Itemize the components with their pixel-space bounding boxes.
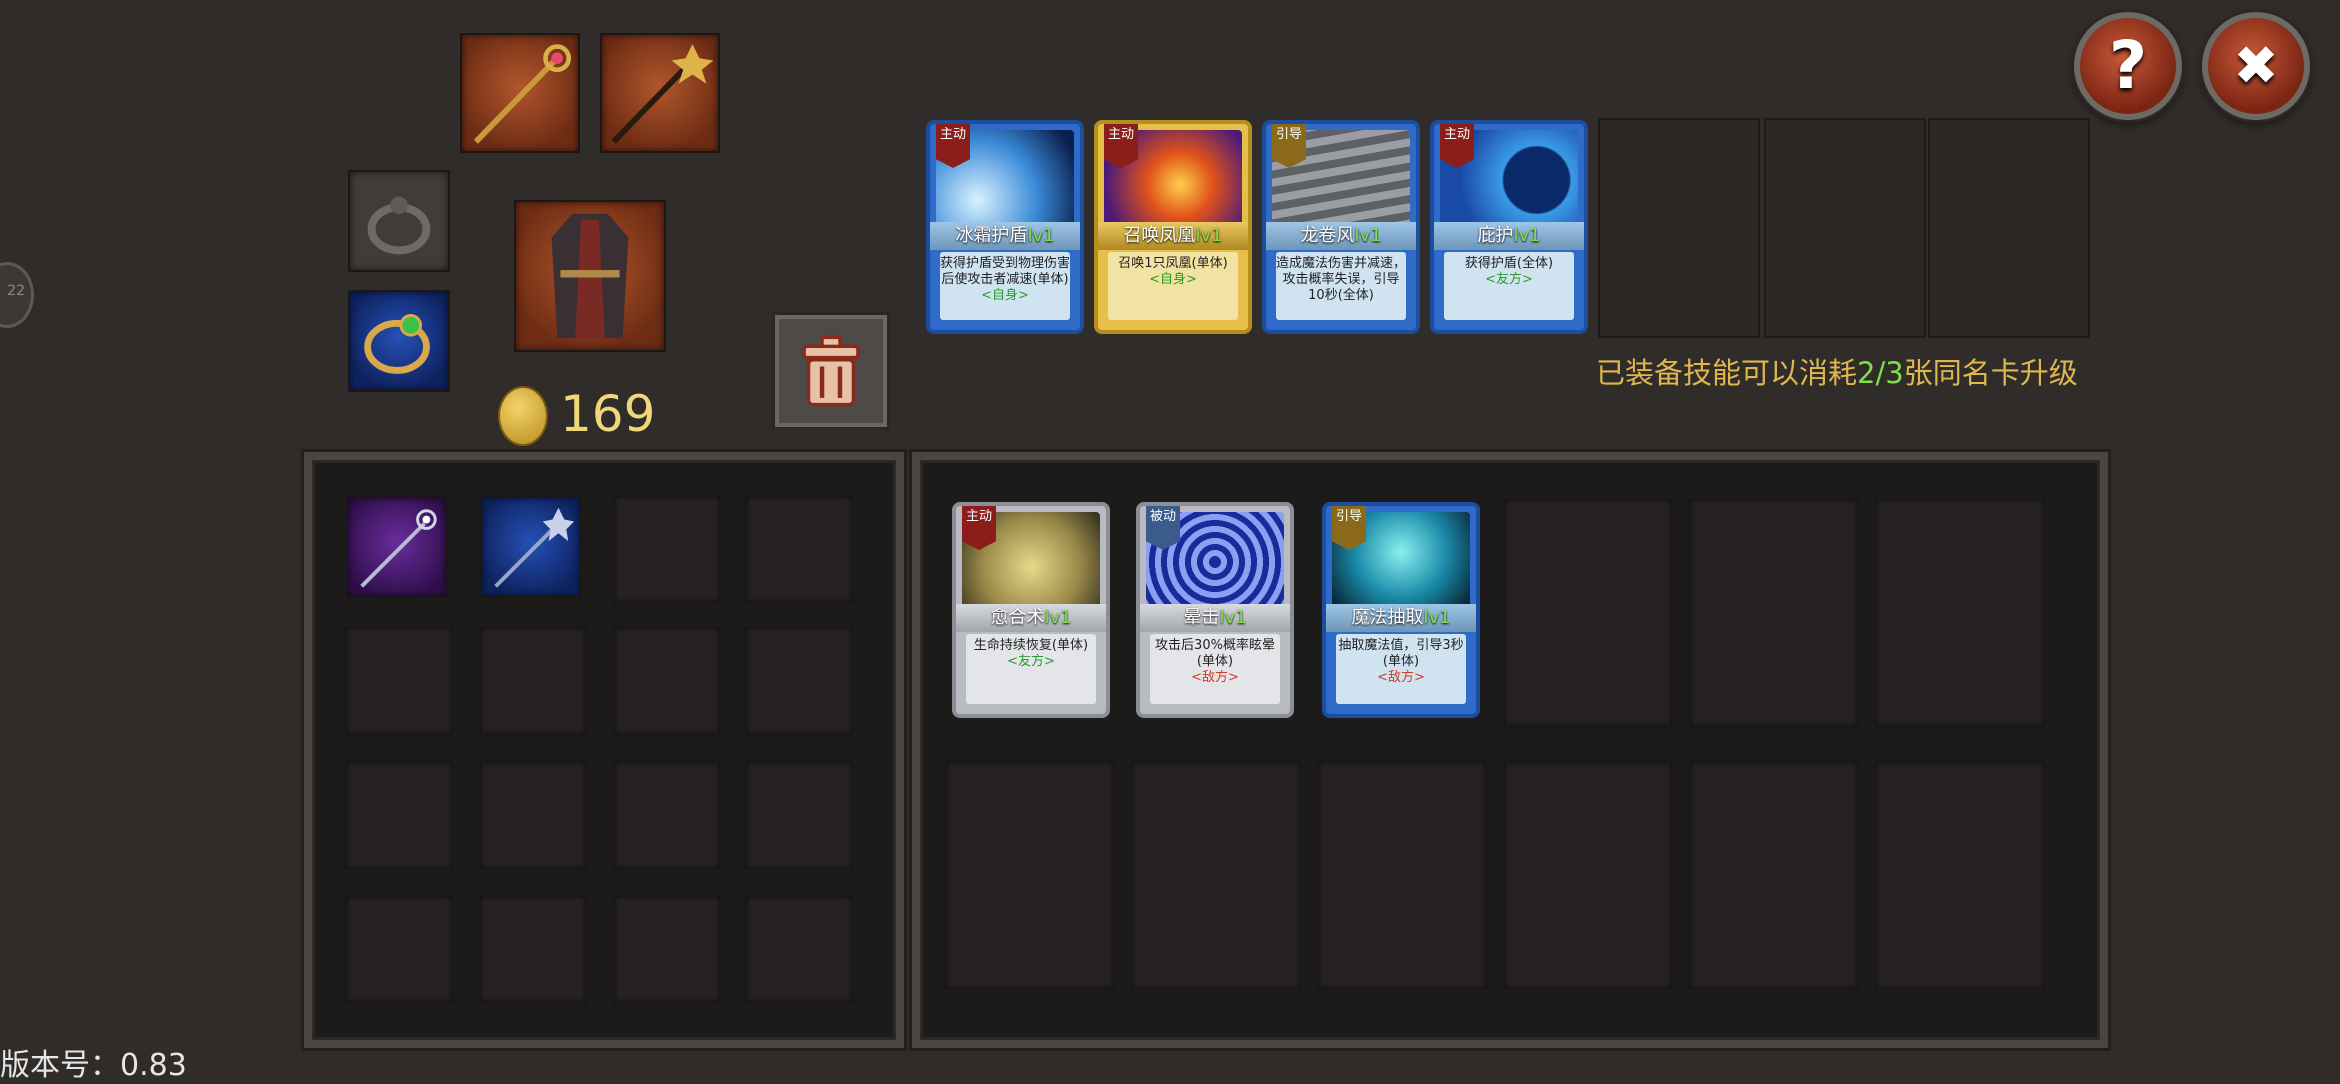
skill-slot[interactable] [1130, 760, 1302, 990]
upgrade-hint: 已装备技能可以消耗2/3张同名卡升级 [1596, 356, 2078, 390]
equipped-skill-card-1[interactable]: 主动 冰霜护盾lv1 获得护盾受到物理伤害后使攻击者减速(单体) <自身> [926, 120, 1084, 334]
skill-card-mana-drain[interactable]: 引导 魔法抽取lv1 抽取魔法值，引导3秒(单体) <敌方> [1322, 502, 1480, 718]
inventory-slot[interactable] [612, 894, 722, 1004]
skill-slot[interactable] [944, 760, 1116, 990]
staff-icon [360, 509, 437, 588]
inventory-slot[interactable] [478, 626, 588, 736]
inventory-slot[interactable] [344, 760, 454, 870]
skill-target: <敌方> [1377, 670, 1425, 685]
skill-tag: 主动 [1104, 124, 1138, 168]
skill-slot[interactable] [1502, 760, 1674, 990]
equipped-skill-card-4[interactable]: 主动 庇护lv1 获得护盾(全体) <友方> [1430, 120, 1588, 334]
skill-slot[interactable] [1688, 760, 1860, 990]
trash-icon [802, 335, 860, 407]
skill-target: <自身> [981, 288, 1029, 303]
inventory-slot[interactable] [612, 494, 722, 604]
inventory-slot[interactable] [744, 626, 854, 736]
skill-tag: 被动 [1146, 506, 1180, 550]
inventory-item-staff-blue[interactable] [480, 496, 582, 598]
skill-name-bar: 庇护lv1 [1434, 222, 1584, 250]
gold-coin-icon [498, 386, 548, 446]
skill-tag: 主动 [1440, 124, 1474, 168]
skill-tag: 引导 [1332, 506, 1366, 550]
weapon-slot-2[interactable] [600, 33, 720, 153]
skill-name-bar: 冰霜护盾lv1 [930, 222, 1080, 250]
question-icon: ? [2108, 27, 2148, 104]
inventory-item-staff-purple[interactable] [346, 496, 448, 598]
staff-icon [611, 44, 714, 144]
skill-description: 获得护盾(全体) <友方> [1444, 252, 1574, 320]
skill-description: 获得护盾受到物理伤害后使攻击者减速(单体) <自身> [940, 252, 1070, 320]
skill-description: 生命持续恢复(单体) <友方> [966, 634, 1096, 704]
empty-skill-slot[interactable] [1928, 118, 2090, 338]
skill-slot[interactable] [1874, 760, 2046, 990]
inventory-slot[interactable] [478, 760, 588, 870]
skill-description: 抽取魔法值，引导3秒(单体) <敌方> [1336, 634, 1466, 704]
armor-slot[interactable] [514, 200, 666, 352]
side-tab-label: 22 [7, 283, 25, 299]
skill-target: <敌方> [1191, 670, 1239, 685]
version-label: 版本号：0.83 [0, 1048, 187, 1083]
inventory-slot[interactable] [744, 494, 854, 604]
inventory-slot[interactable] [344, 626, 454, 736]
ring-placeholder-icon [367, 196, 431, 255]
staff-icon [473, 44, 572, 144]
skill-name-bar: 魔法抽取lv1 [1326, 604, 1476, 632]
skill-description: 造成魔法伤害并减速，攻击概率失误，引导10秒(全体) [1276, 252, 1406, 320]
skill-slot[interactable] [1688, 498, 1860, 728]
skill-target: <友方> [1007, 654, 1055, 669]
skill-slot[interactable] [1316, 760, 1488, 990]
close-icon: ✖ [2233, 34, 2279, 97]
skill-slot[interactable] [1502, 498, 1674, 728]
equipped-skill-card-2[interactable]: 主动 召唤凤凰lv1 召唤1只凤凰(单体) <自身> [1094, 120, 1252, 334]
skill-description: 召唤1只凤凰(单体) <自身> [1108, 252, 1238, 320]
skill-description: 攻击后30%概率眩晕(单体) <敌方> [1150, 634, 1280, 704]
skill-name-bar: 晕击lv1 [1140, 604, 1290, 632]
side-tab[interactable]: 22 [0, 262, 34, 328]
inventory-slot[interactable] [478, 894, 588, 1004]
skill-target: <自身> [1149, 272, 1197, 287]
inventory-slot[interactable] [344, 894, 454, 1004]
close-button[interactable]: ✖ [2202, 12, 2310, 120]
skill-slot[interactable] [1874, 498, 2046, 728]
skill-tag: 主动 [962, 506, 996, 550]
inventory-slot[interactable] [612, 760, 722, 870]
empty-skill-slot[interactable] [1598, 118, 1760, 338]
empty-skill-slot[interactable] [1764, 118, 1926, 338]
ring-slot-empty[interactable] [348, 170, 450, 272]
equipped-skill-card-3[interactable]: 引导 龙卷风lv1 造成魔法伤害并减速，攻击概率失误，引导10秒(全体) [1262, 120, 1420, 334]
staff-icon [494, 507, 575, 588]
discard-button[interactable] [772, 312, 890, 430]
inventory-slot[interactable] [744, 894, 854, 1004]
skill-name-bar: 龙卷风lv1 [1266, 222, 1416, 250]
help-button[interactable]: ? [2074, 12, 2182, 120]
skill-name-bar: 召唤凤凰lv1 [1098, 222, 1248, 250]
ring-icon [364, 314, 430, 374]
skill-tag: 引导 [1272, 124, 1306, 168]
skill-card-stun[interactable]: 被动 晕击lv1 攻击后30%概率眩晕(单体) <敌方> [1136, 502, 1294, 718]
skill-card-heal[interactable]: 主动 愈合术lv1 生命持续恢复(单体) <友方> [952, 502, 1110, 718]
inventory-slot[interactable] [744, 760, 854, 870]
skill-target: <友方> [1485, 272, 1533, 287]
weapon-slot-1[interactable] [460, 33, 580, 153]
skill-tag: 主动 [936, 124, 970, 168]
robe-icon [551, 213, 629, 339]
inventory-slot[interactable] [612, 626, 722, 736]
gold-amount: 169 [560, 385, 656, 443]
ring-slot[interactable] [348, 290, 450, 392]
skill-name-bar: 愈合术lv1 [956, 604, 1106, 632]
